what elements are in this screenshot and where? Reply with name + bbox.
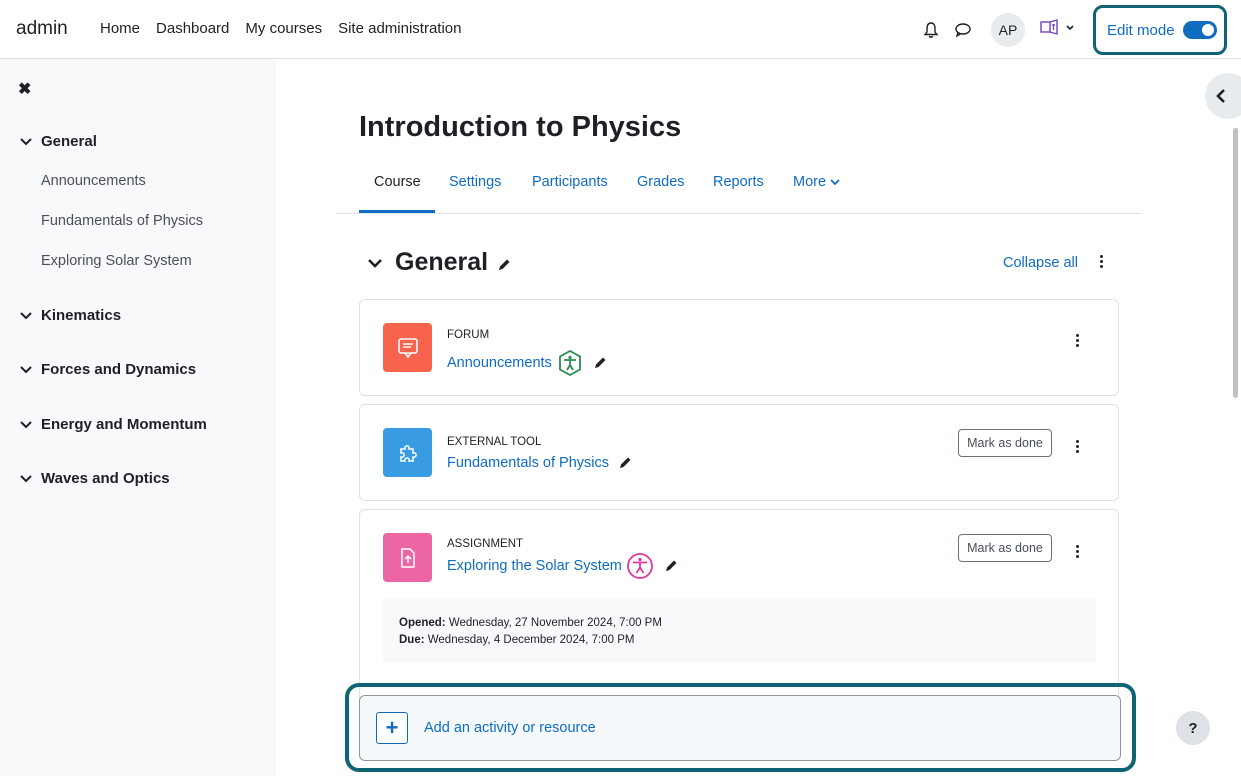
add-activity-label: Add an activity or resource <box>424 720 596 736</box>
accessibility-icon <box>626 553 653 579</box>
collapse-section-chevron-icon[interactable] <box>367 258 383 268</box>
tab-participants[interactable]: Participants <box>532 174 608 190</box>
drawer-section-label: General <box>41 133 97 150</box>
nav-dashboard[interactable]: Dashboard <box>156 20 229 37</box>
course-index-drawer: ✖ General Announcements Fundamentals of … <box>0 59 276 776</box>
assignment-icon <box>383 533 432 582</box>
language-menu[interactable] <box>1039 18 1074 38</box>
accessibility-icon <box>558 349 581 377</box>
drawer-section-energy-and-momentum[interactable]: Energy and Momentum <box>20 416 207 433</box>
language-icon <box>1040 19 1058 35</box>
plus-icon: + <box>376 712 408 744</box>
activity-link[interactable]: Exploring the Solar System <box>447 551 679 581</box>
activity-type-label: ASSIGNMENT <box>447 538 524 550</box>
close-drawer-icon[interactable]: ✖ <box>18 79 31 99</box>
edit-mode-toggle[interactable]: Edit mode <box>1093 5 1227 55</box>
drawer-section-label: Forces and Dynamics <box>41 361 197 378</box>
chevron-down-icon <box>1066 25 1074 31</box>
collapse-all-link[interactable]: Collapse all <box>1003 255 1078 271</box>
due-date-row: Due: Wednesday, 4 December 2024, 7:00 PM <box>399 632 1080 649</box>
drawer-section-waves-and-optics[interactable]: Waves and Optics <box>20 470 170 487</box>
tab-course[interactable]: Course <box>374 174 421 190</box>
tab-reports[interactable]: Reports <box>713 174 764 190</box>
puzzle-icon <box>383 428 432 477</box>
activity-name: Fundamentals of Physics <box>447 455 609 471</box>
activity-link[interactable]: Announcements <box>447 349 608 377</box>
add-activity-button[interactable]: + Add an activity or resource <box>359 695 1121 761</box>
edit-mode-label: Edit mode <box>1107 21 1175 39</box>
drawer-item-fundamentals-of-physics[interactable]: Fundamentals of Physics <box>41 213 203 229</box>
nav-my-courses[interactable]: My courses <box>245 20 322 37</box>
mark-as-done-button[interactable]: Mark as done <box>958 534 1052 562</box>
due-label: Due: <box>399 634 425 646</box>
tab-grades[interactable]: Grades <box>637 174 685 190</box>
help-button[interactable]: ? <box>1176 711 1210 745</box>
drawer-section-general[interactable]: General <box>20 133 97 150</box>
site-brand[interactable]: admin <box>16 18 68 40</box>
drawer-section-label: Waves and Optics <box>41 470 170 487</box>
user-avatar[interactable]: AP <box>991 13 1025 47</box>
activity-card-forum: FORUM Announcements <box>359 299 1119 396</box>
open-block-drawer-button[interactable] <box>1205 73 1241 119</box>
edit-section-name-pencil-icon[interactable] <box>496 257 512 273</box>
tab-more[interactable]: More <box>793 174 840 190</box>
activity-type-label: FORUM <box>447 329 490 341</box>
edit-mode-switch[interactable] <box>1182 21 1217 39</box>
section-header: General <box>367 248 512 277</box>
drawer-section-label: Kinematics <box>41 307 122 324</box>
chevron-down-icon <box>20 311 34 320</box>
forum-icon <box>383 323 432 372</box>
opened-value: Wednesday, 27 November 2024, 7:00 PM <box>448 617 662 629</box>
tab-more-label: More <box>793 174 827 190</box>
edit-pencil-icon[interactable] <box>592 355 608 371</box>
activity-card-assignment: ASSIGNMENT Exploring the Solar System Ma… <box>359 509 1119 709</box>
nav-site-administration[interactable]: Site administration <box>338 20 461 37</box>
section-actions-menu-icon[interactable] <box>1100 255 1104 268</box>
activity-dates: Opened: Wednesday, 27 November 2024, 7:0… <box>383 598 1096 663</box>
chevron-down-icon <box>20 420 34 429</box>
drawer-section-forces-and-dynamics[interactable]: Forces and Dynamics <box>20 361 196 378</box>
activity-name: Announcements <box>447 355 552 371</box>
page-scrollbar[interactable] <box>1233 128 1238 398</box>
activity-type-label: EXTERNAL TOOL <box>447 436 542 448</box>
notifications-bell-icon[interactable] <box>920 19 942 41</box>
opened-label: Opened: <box>399 617 446 629</box>
drawer-section-label: Energy and Momentum <box>41 416 207 433</box>
nav-home[interactable]: Home <box>100 20 140 37</box>
section-title: General <box>395 248 489 276</box>
due-value: Wednesday, 4 December 2024, 7:00 PM <box>427 634 635 646</box>
activity-actions-menu-icon[interactable] <box>1076 545 1080 558</box>
edit-pencil-icon[interactable] <box>663 558 679 574</box>
activity-name: Exploring the Solar System <box>447 558 622 574</box>
page-title: Introduction to Physics <box>359 111 682 143</box>
drawer-item-exploring-solar-system[interactable]: Exploring Solar System <box>41 253 192 269</box>
top-navbar: admin Home Dashboard My courses Site adm… <box>0 0 1241 59</box>
mark-as-done-button[interactable]: Mark as done <box>958 429 1052 457</box>
chevron-down-icon <box>830 178 840 185</box>
chevron-down-icon <box>20 474 34 483</box>
course-secondary-navigation: Course Settings Participants Grades Repo… <box>336 160 1142 214</box>
chevron-left-icon <box>1216 89 1225 103</box>
drawer-section-kinematics[interactable]: Kinematics <box>20 307 121 324</box>
activity-link[interactable]: Fundamentals of Physics <box>447 455 633 471</box>
add-activity-highlight: + Add an activity or resource <box>345 683 1136 772</box>
messages-chat-icon[interactable] <box>952 19 974 41</box>
opened-date-row: Opened: Wednesday, 27 November 2024, 7:0… <box>399 615 1080 632</box>
activity-actions-menu-icon[interactable] <box>1076 334 1080 347</box>
tab-settings[interactable]: Settings <box>449 174 501 190</box>
activity-actions-menu-icon[interactable] <box>1076 440 1080 453</box>
edit-pencil-icon[interactable] <box>617 455 633 471</box>
chevron-down-icon <box>20 365 34 374</box>
primary-navigation: Home Dashboard My courses Site administr… <box>100 20 478 37</box>
activity-card-external-tool: EXTERNAL TOOL Fundamentals of Physics Ma… <box>359 404 1119 501</box>
drawer-item-announcements[interactable]: Announcements <box>41 173 146 189</box>
chevron-down-icon <box>20 137 34 146</box>
active-tab-indicator <box>359 210 435 213</box>
